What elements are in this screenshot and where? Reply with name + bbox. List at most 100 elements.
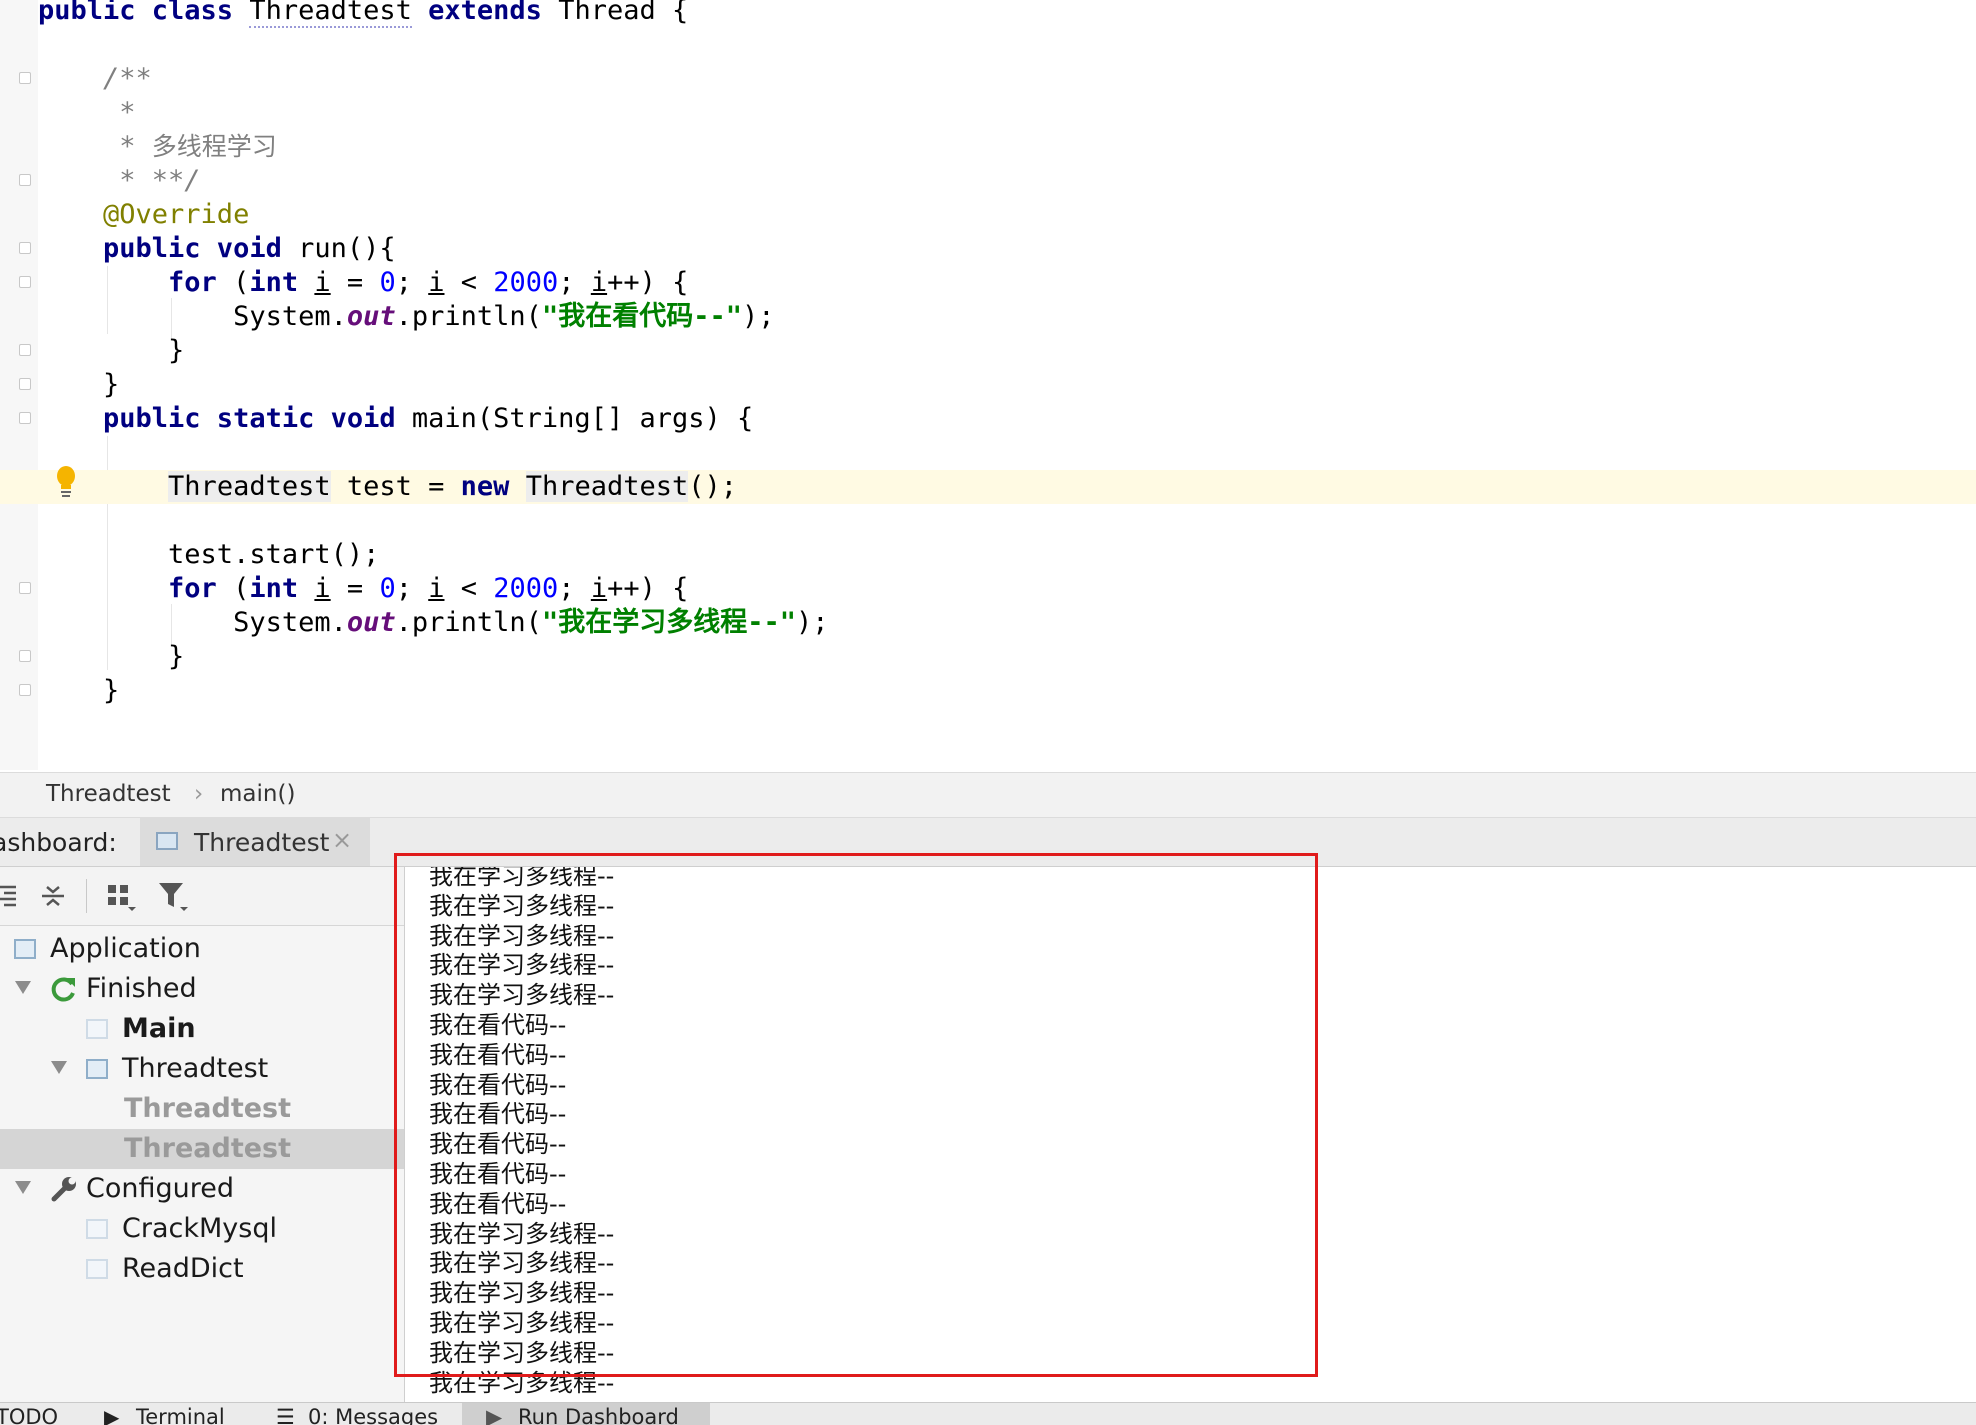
code-token: .println( [395, 607, 542, 638]
lightbulb-icon[interactable] [55, 465, 77, 499]
code-token: i [314, 267, 331, 298]
code-token: "我在看代码--" [541, 301, 742, 332]
code-token: * **/ [38, 165, 201, 196]
code-line[interactable]: } [0, 674, 119, 708]
tree-item[interactable]: Threadtest [0, 1089, 404, 1129]
code-token: /** [38, 63, 152, 94]
code-line[interactable]: public static void main(String[] args) { [0, 402, 753, 436]
group-by-icon[interactable] [104, 879, 138, 913]
code-line[interactable]: System.out.println("我在学习多线程--"); [0, 606, 828, 640]
code-line[interactable]: } [0, 640, 184, 674]
tree-item[interactable]: CrackMysql [0, 1209, 404, 1249]
code-token: i [590, 573, 608, 604]
run-dashboard-tab[interactable]: Run Dashboard [518, 1405, 679, 1425]
code-token: @Override [38, 199, 250, 230]
code-line[interactable]: for (int i = 0; i < 2000; i++) { [0, 266, 688, 300]
code-token: for [168, 267, 217, 298]
run-dashboard-tab-bg[interactable]: ▶ Run Dashboard [462, 1403, 710, 1425]
code-line[interactable]: for (int i = 0; i < 2000; i++) { [0, 572, 688, 606]
terminal-tab[interactable]: Terminal [136, 1405, 225, 1425]
tree-item[interactable]: ReadDict [0, 1249, 404, 1289]
code-line[interactable]: } [0, 334, 184, 368]
window-icon [156, 832, 178, 850]
code-token: } [38, 369, 120, 400]
code-token: Threadtest [168, 471, 331, 502]
filter-icon[interactable] [156, 879, 190, 913]
tree-item-label: CrackMysql [122, 1213, 277, 1244]
code-token: * [38, 131, 152, 162]
code-token: * [38, 97, 136, 128]
code-line[interactable]: Threadtest test = new Threadtest(); [0, 470, 1976, 504]
tree-item[interactable]: Application [0, 929, 404, 969]
chevron-down-icon[interactable] [15, 981, 31, 994]
code-line-content: * **/ [38, 165, 201, 196]
code-line[interactable] [0, 28, 38, 62]
code-token: public void [38, 233, 299, 264]
tree-item[interactable]: Threadtest [0, 1129, 404, 1169]
dashboard-toolbar [0, 867, 404, 926]
window-icon [86, 1259, 108, 1279]
code-token: i [590, 267, 608, 298]
code-line[interactable]: @Override [0, 198, 249, 232]
chevron-down-icon[interactable] [51, 1061, 67, 1074]
code-line[interactable]: * 多线程学习 [0, 130, 277, 164]
terminal-icon: ▶ [104, 1405, 120, 1425]
code-line[interactable]: * [0, 96, 136, 130]
code-line-content: System.out.println("我在看代码--"); [38, 301, 774, 332]
chevron-down-icon[interactable] [15, 1181, 31, 1194]
collapse-all-icon[interactable] [36, 879, 70, 913]
run-dashboard-tree-panel: Application Finished Main Threadtest Threadt… [0, 867, 405, 1402]
code-line-content: public void run(){ [38, 233, 396, 264]
code-line[interactable]: public void run(){ [0, 232, 396, 266]
code-token: } [38, 335, 185, 366]
tree-item[interactable]: Configured [0, 1169, 404, 1209]
highlight-annotation-box [394, 853, 1318, 1377]
code-line[interactable]: } [0, 368, 119, 402]
tab-threadtest[interactable]: Threadtest × [140, 818, 370, 866]
code-line[interactable]: public class Threadtest extends Thread { [0, 0, 688, 28]
code-line[interactable] [0, 504, 38, 538]
code-line-content: * [38, 97, 136, 128]
code-token: } [38, 641, 185, 672]
breadcrumb: Threadtest › main() [0, 772, 1976, 818]
messages-tab[interactable]: 0: Messages [308, 1405, 438, 1425]
code-token: i [428, 573, 445, 604]
code-line[interactable] [0, 436, 38, 470]
tree-item-label: Finished [86, 973, 197, 1004]
code-line-content: System.out.println("我在学习多线程--"); [38, 607, 828, 638]
expand-all-icon[interactable] [0, 879, 28, 913]
window-icon [86, 1059, 108, 1079]
code-token: public static void [38, 403, 412, 434]
code-token: .println( [395, 301, 542, 332]
tree-item[interactable]: Main [0, 1009, 404, 1049]
code-line[interactable]: System.out.println("我在看代码--"); [0, 300, 774, 334]
breadcrumb-separator: › [194, 781, 204, 807]
code-token: i [428, 267, 445, 298]
code-line[interactable]: /** [0, 62, 152, 96]
code-line-content: for (int i = 0; i < 2000; i++) { [38, 573, 688, 604]
code-line[interactable]: * **/ [0, 164, 201, 198]
tree-item[interactable]: Threadtest [0, 1049, 404, 1089]
window-icon [86, 1019, 108, 1039]
code-token: ( [216, 573, 250, 604]
code-line-content: * 多线程学习 [38, 131, 277, 162]
breadcrumb-method[interactable]: main() [220, 781, 295, 807]
code-token: extends [411, 0, 559, 26]
breadcrumb-class[interactable]: Threadtest [46, 781, 171, 807]
code-editor[interactable]: public class Threadtest extends Thread {… [0, 0, 1976, 770]
tree-item-label: Threadtest [124, 1133, 292, 1164]
todo-tab[interactable]: TODO [0, 1405, 58, 1425]
tree-item-label: Threadtest [122, 1053, 269, 1084]
code-token: 0 [379, 573, 396, 604]
code-token: new [460, 471, 526, 502]
wrench-icon [51, 1177, 76, 1202]
code-token: System. [38, 301, 347, 332]
code-token: < [444, 267, 494, 298]
tree-item[interactable]: Finished [0, 969, 404, 1009]
code-token: test.start(); [38, 539, 380, 570]
code-token: for [168, 573, 217, 604]
code-line[interactable]: test.start(); [0, 538, 379, 572]
close-icon[interactable]: × [332, 826, 352, 854]
code-token: 多线程学习 [151, 132, 277, 161]
